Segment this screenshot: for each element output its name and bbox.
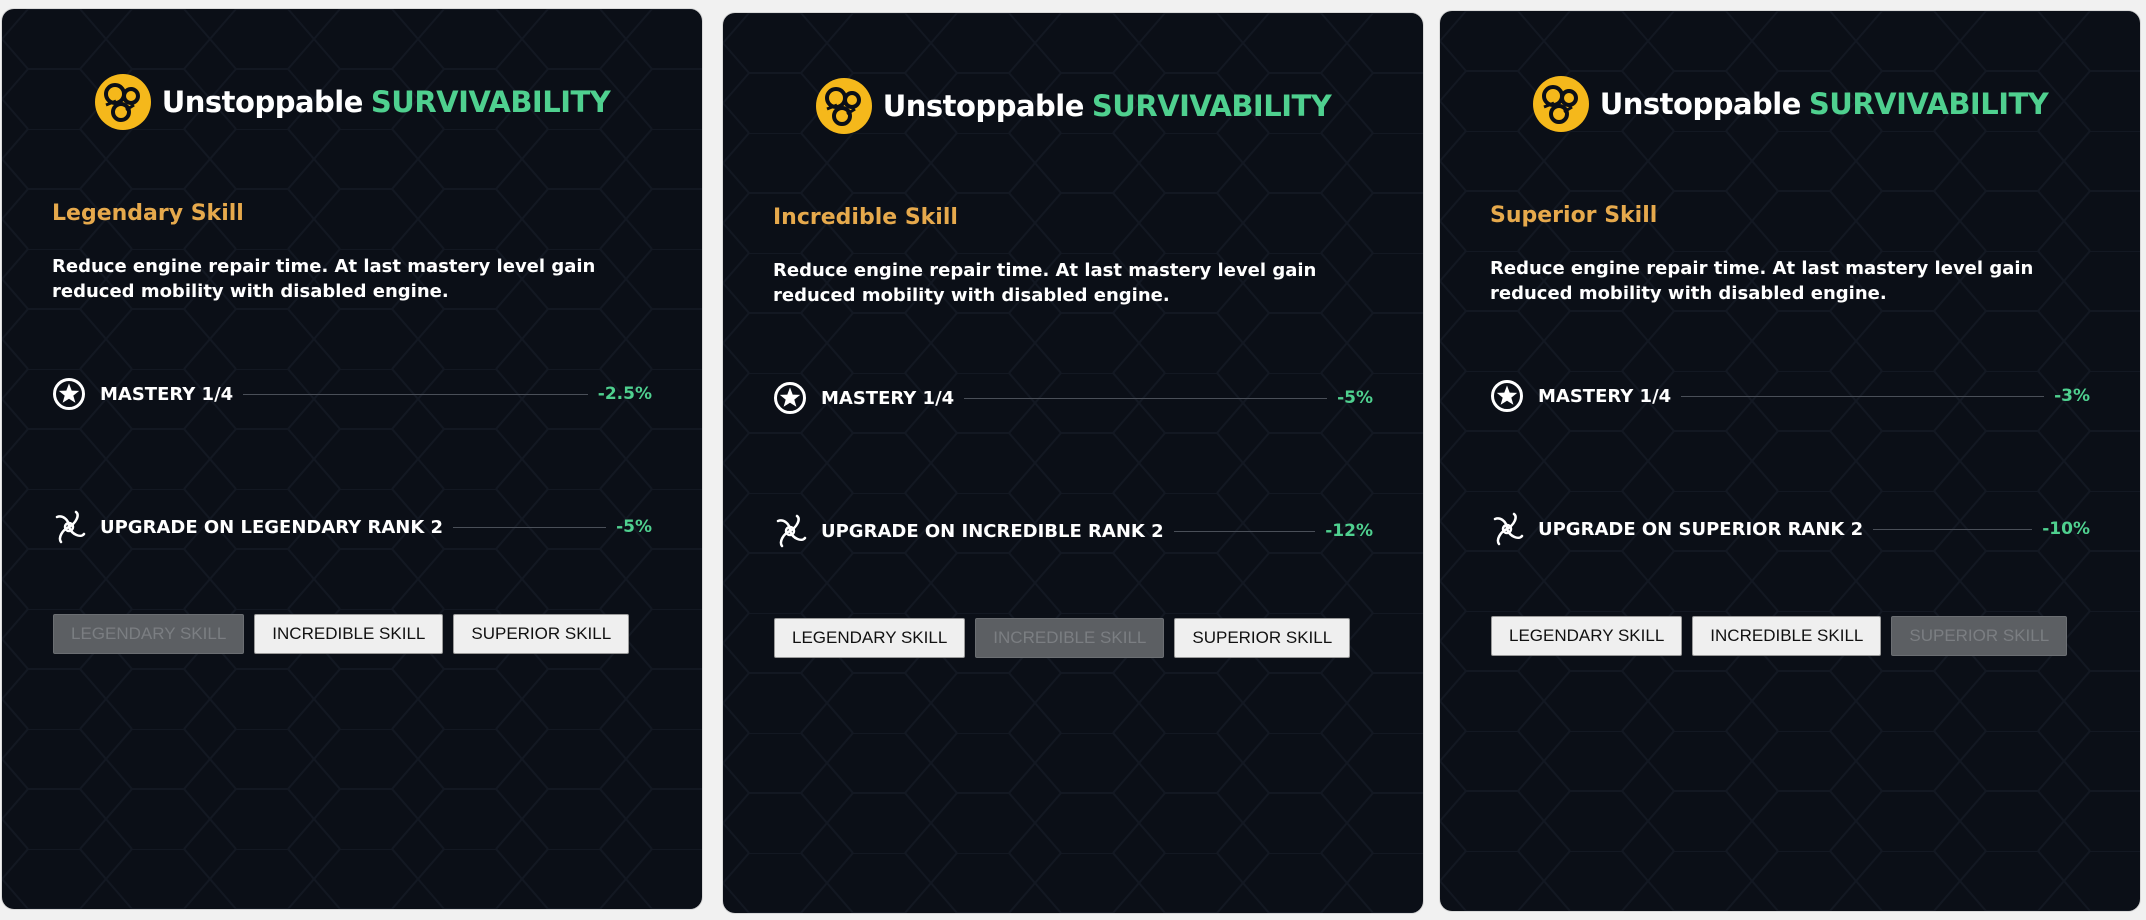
card-title: Unstoppable SURVIVABILITY [162,85,611,119]
triskelion-icon [55,510,86,544]
superior-skill-button: SUPERIOR SKILL [1891,616,2068,656]
upgrade-value: -10% [2042,519,2090,539]
card-title: Unstoppable SURVIVABILITY [883,89,1332,123]
superior-skill-button[interactable]: SUPERIOR SKILL [1174,618,1351,658]
survivability-emblem-icon [815,78,872,134]
upgrade-row: UPGRADE ON LEGENDARY RANK 2 -5% [52,507,652,547]
skill-name: Legendary Skill [52,201,244,226]
card-header: Unstoppable SURVIVABILITY [1440,73,2140,135]
card-header: Unstoppable SURVIVABILITY [2,71,702,133]
title-main: Unstoppable [161,85,364,119]
skill-tier-buttons: LEGENDARY SKILL INCREDIBLE SKILL SUPERIO… [53,614,630,654]
survivability-emblem-icon [94,74,151,130]
divider-line [1873,528,2033,530]
skill-card: Unstoppable SURVIVABILITY Incredible Skil… [723,13,1423,913]
title-accent: SURVIVABILITY [1091,89,1332,123]
upgrade-label: UPGRADE ON INCREDIBLE RANK 2 [821,520,1164,542]
divider-line [964,397,1328,399]
mastery-value: -3% [2054,386,2090,406]
mastery-label: MASTERY 1/4 [821,387,955,409]
survivability-emblem-icon [1532,76,1589,132]
mastery-value: -5% [1337,388,1373,408]
divider-line [453,526,607,528]
mastery-row: MASTERY 1/4 -3% [1490,376,2090,416]
upgrade-value: -12% [1325,521,1373,541]
card-title: Unstoppable SURVIVABILITY [1600,87,2049,121]
legendary-skill-button[interactable]: LEGENDARY SKILL [774,618,966,658]
upgrade-row: UPGRADE ON INCREDIBLE RANK 2 -12% [773,511,1373,551]
star-circle-icon [53,378,85,410]
incredible-skill-button[interactable]: INCREDIBLE SKILL [1692,616,1882,656]
title-accent: SURVIVABILITY [1808,87,2049,121]
triskelion-icon [1493,512,1524,546]
mastery-label: MASTERY 1/4 [100,383,234,405]
skill-name: Superior Skill [1490,203,1658,228]
skill-tier-buttons: LEGENDARY SKILL INCREDIBLE SKILL SUPERIO… [774,618,1351,658]
superior-skill-button[interactable]: SUPERIOR SKILL [453,614,630,654]
incredible-skill-button[interactable]: INCREDIBLE SKILL [254,614,444,654]
divider-line [1173,530,1316,532]
incredible-skill-button: INCREDIBLE SKILL [975,618,1165,658]
divider-line [243,393,588,395]
legendary-skill-button[interactable]: LEGENDARY SKILL [1491,616,1683,656]
star-circle-icon [1491,380,1523,412]
upgrade-value: -5% [616,517,652,537]
upgrade-label: UPGRADE ON SUPERIOR RANK 2 [1538,518,1864,540]
star-circle-icon [774,382,806,414]
skill-name: Incredible Skill [773,205,958,230]
skill-card: Unstoppable SURVIVABILITY Legendary Skill… [2,9,702,909]
title-main: Unstoppable [1599,87,1802,121]
title-accent: SURVIVABILITY [370,85,611,119]
skill-description: Reduce engine repair time. At last maste… [52,256,596,302]
skill-description: Reduce engine repair time. At last maste… [1490,258,2034,304]
upgrade-row: UPGRADE ON SUPERIOR RANK 2 -10% [1490,509,2090,549]
upgrade-label: UPGRADE ON LEGENDARY RANK 2 [100,516,444,538]
legendary-skill-button: LEGENDARY SKILL [53,614,245,654]
mastery-value: -2.5% [597,384,652,404]
divider-line [1681,395,2045,397]
triskelion-icon [776,514,807,548]
mastery-row: MASTERY 1/4 -5% [773,378,1373,418]
mastery-row: MASTERY 1/4 -2.5% [52,374,652,414]
card-header: Unstoppable SURVIVABILITY [723,75,1423,137]
skill-description: Reduce engine repair time. At last maste… [773,260,1317,306]
title-main: Unstoppable [882,89,1085,123]
mastery-label: MASTERY 1/4 [1538,385,1672,407]
skill-tier-buttons: LEGENDARY SKILL INCREDIBLE SKILL SUPERIO… [1491,616,2068,656]
skill-card: Unstoppable SURVIVABILITY Superior Skill … [1440,11,2140,911]
